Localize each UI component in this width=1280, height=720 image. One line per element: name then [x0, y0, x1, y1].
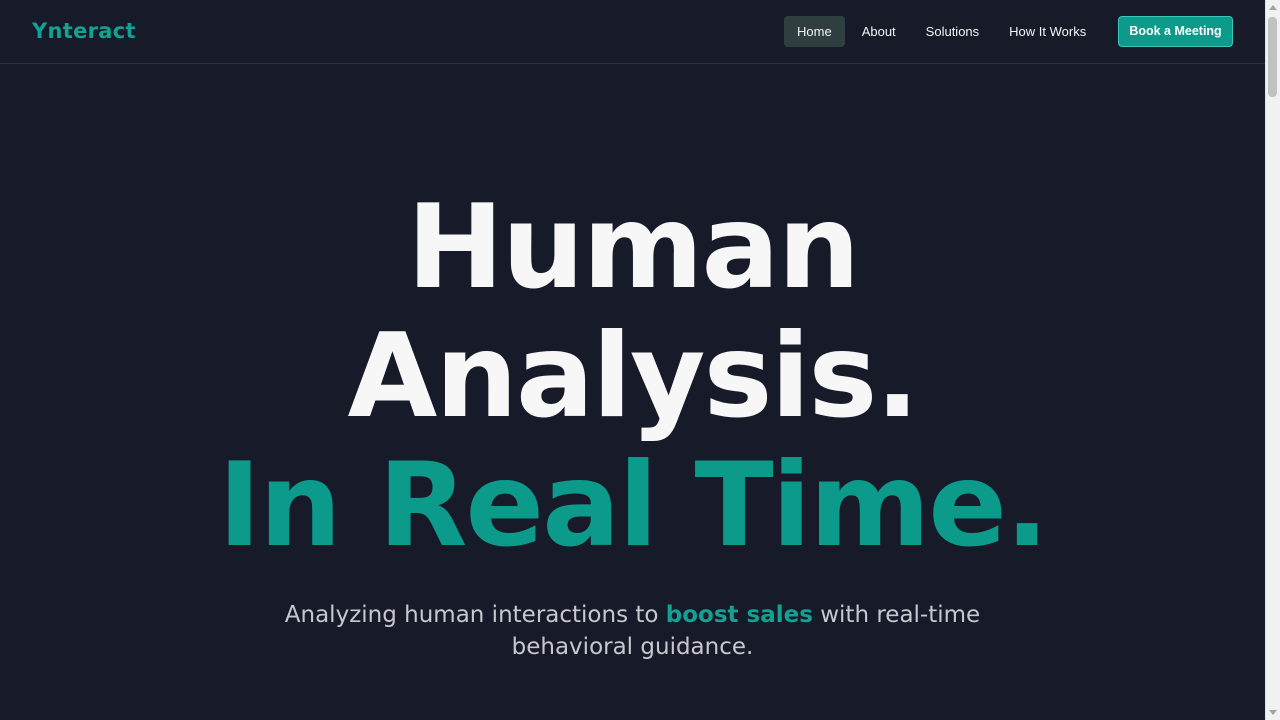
scroll-up-arrow-icon[interactable] — [1269, 5, 1277, 10]
nav-item-home[interactable]: Home — [784, 16, 845, 47]
scroll-down-arrow-icon[interactable] — [1269, 710, 1277, 715]
nav-item-solutions[interactable]: Solutions — [913, 16, 992, 47]
top-navbar: Ynteract Home About Solutions How It Wor… — [0, 0, 1265, 64]
page: Ynteract Home About Solutions How It Wor… — [0, 0, 1280, 720]
hero-headline-line-3: In Real Time. — [217, 438, 1049, 573]
nav-item-how-it-works[interactable]: How It Works — [996, 16, 1099, 47]
nav-item-about[interactable]: About — [849, 16, 909, 47]
book-meeting-button[interactable]: Book a Meeting — [1118, 16, 1233, 47]
nav-links: Home About Solutions How It Works — [784, 16, 1103, 47]
hero-headline-line-1: Human — [406, 180, 860, 315]
scrollbar-thumb[interactable] — [1268, 17, 1277, 97]
hero-subtitle: Analyzing human interactions to boost sa… — [240, 599, 1025, 663]
subtitle-text-start: Analyzing human interactions to — [284, 602, 666, 628]
vertical-scrollbar[interactable] — [1265, 0, 1280, 720]
hero-headline-line-2: Analysis. — [347, 309, 920, 444]
subtitle-highlight: boost sales — [665, 602, 813, 628]
brand-logo[interactable]: Ynteract — [32, 17, 136, 45]
